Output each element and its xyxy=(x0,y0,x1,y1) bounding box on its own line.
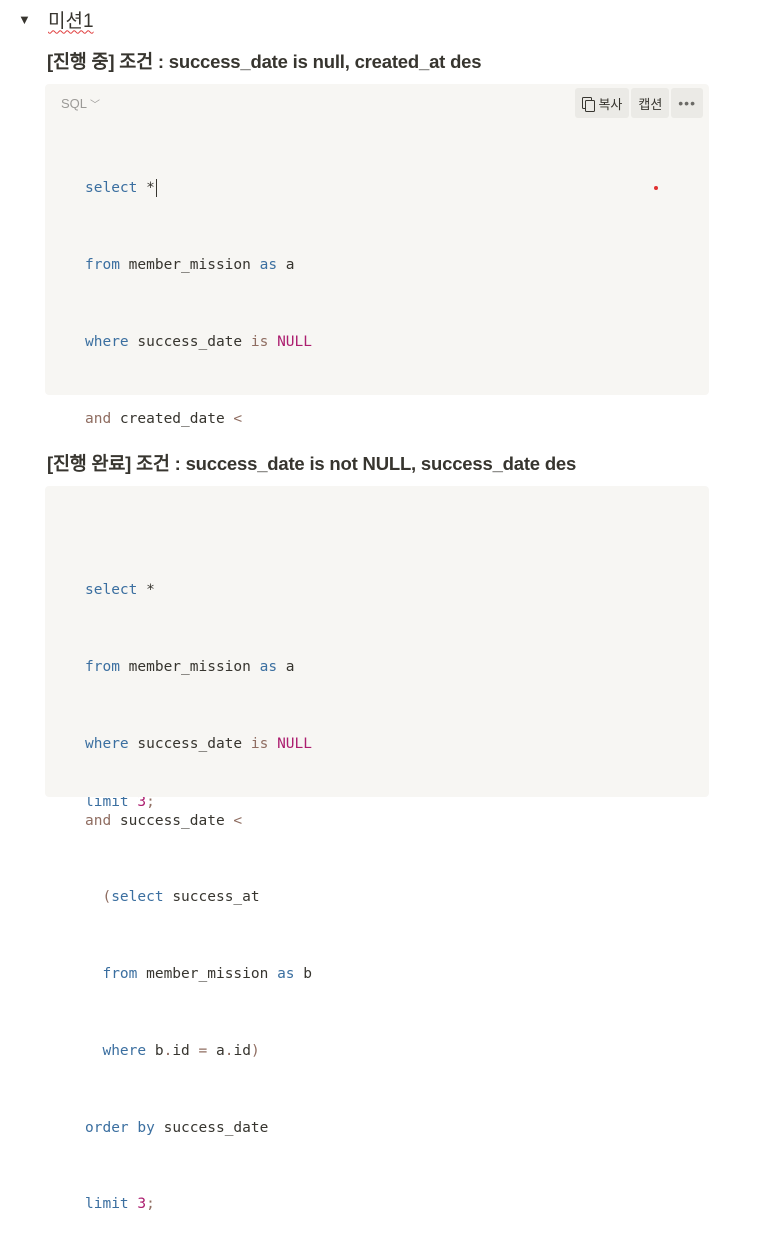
language-label: SQL xyxy=(61,96,88,111)
heading-condition: success_date is not NULL, success_date d… xyxy=(185,453,577,474)
code-token: limit xyxy=(85,1196,129,1213)
code-line: from member_mission as a xyxy=(85,253,312,279)
code-token: * xyxy=(137,582,155,599)
code-token: * xyxy=(137,180,155,197)
code-line: where success_date is NULL xyxy=(85,330,312,356)
code-token: where xyxy=(85,735,129,752)
section-heading-completed[interactable]: [진행 완료] 조건 : success_date is not NULL, s… xyxy=(47,450,576,476)
copy-icon xyxy=(582,96,596,112)
code-token: member_mission xyxy=(137,966,278,983)
code-line: select * xyxy=(85,176,312,202)
code-token: id xyxy=(233,1042,251,1059)
code-token: success_date xyxy=(154,1119,269,1136)
language-selector[interactable]: SQL ﹀ xyxy=(61,96,100,111)
code-token: b xyxy=(146,1042,164,1059)
heading-condition: success_date is null, created_at des xyxy=(168,51,482,72)
code-token: created_date xyxy=(111,410,234,427)
code-token: 3 xyxy=(137,1196,147,1213)
toggle-block[interactable]: ▼ 미션1 xyxy=(18,4,94,34)
code-token: ; xyxy=(146,1196,155,1213)
code-token: a xyxy=(277,658,295,675)
code-token: success_date xyxy=(111,812,234,829)
code-line: where success_date is NULL xyxy=(85,732,312,758)
section-heading-in-progress[interactable]: [진행 중] 조건 : success_date is null, create… xyxy=(47,48,482,74)
chevron-down-icon: ﹀ xyxy=(90,100,101,111)
code-token: . xyxy=(224,1042,234,1059)
code-token: from xyxy=(85,256,120,273)
code-token: a xyxy=(277,256,295,273)
code-line: select * xyxy=(85,578,312,604)
code-token: where xyxy=(85,333,129,350)
code-token: b xyxy=(294,966,313,983)
code-toolbar: 복사 캡션 ••• xyxy=(575,88,703,118)
text-cursor xyxy=(155,179,157,198)
code-token: order xyxy=(85,1119,129,1136)
code-token: member_mission xyxy=(119,256,260,273)
code-token: < xyxy=(233,812,243,829)
code-line: where b.id = a.id) xyxy=(85,1039,312,1065)
code-token: from xyxy=(85,658,120,675)
code-line: limit 3; xyxy=(85,1192,312,1218)
code-token: NULL xyxy=(277,735,312,752)
more-options-button[interactable]: ••• xyxy=(671,88,703,118)
code-token: member_mission xyxy=(119,658,260,675)
caption-button[interactable]: 캡션 xyxy=(631,88,670,118)
code-token: success_at xyxy=(163,889,260,906)
copy-label: 복사 xyxy=(598,96,623,112)
copy-button[interactable]: 복사 xyxy=(575,88,630,118)
code-token: success_date xyxy=(128,735,251,752)
code-token: < xyxy=(233,410,243,427)
code-token: as xyxy=(259,256,278,273)
code-token: = xyxy=(198,1042,208,1059)
annotation-dot xyxy=(654,186,658,190)
code-token: select xyxy=(85,180,138,197)
code-token: id xyxy=(172,1042,199,1059)
code-token: select xyxy=(85,582,138,599)
code-line: (select success_at xyxy=(85,885,312,911)
code-token: by xyxy=(137,1119,155,1136)
code-line: order by success_date xyxy=(85,1116,312,1142)
code-token: . xyxy=(163,1042,173,1059)
code-token: as xyxy=(259,658,278,675)
toggle-triangle-icon[interactable]: ▼ xyxy=(18,12,40,27)
code-token: and xyxy=(85,812,112,829)
code-line: and success_date < xyxy=(85,809,312,835)
code-line: from member_mission as a xyxy=(85,655,312,681)
caption-label: 캡션 xyxy=(638,96,663,112)
code-token: ( xyxy=(85,889,112,906)
code-editor-completed[interactable]: select * from member_mission as a where … xyxy=(85,527,312,1244)
code-token: as xyxy=(277,966,295,983)
code-token: ) xyxy=(250,1042,260,1059)
code-token: and xyxy=(85,410,112,427)
code-token: NULL xyxy=(277,333,312,350)
code-token: is xyxy=(250,735,269,752)
toggle-title[interactable]: 미션1 xyxy=(48,6,94,33)
heading-bracket: [진행 중] 조건 : xyxy=(47,51,169,72)
code-token: where xyxy=(102,1042,147,1059)
code-token: select xyxy=(111,889,164,906)
more-icon: ••• xyxy=(678,95,696,111)
code-token: a xyxy=(207,1042,225,1059)
code-token: from xyxy=(102,966,138,983)
code-token: is xyxy=(250,333,269,350)
code-token: success_date xyxy=(128,333,251,350)
code-line: and created_date < xyxy=(85,407,312,433)
heading-bracket: [진행 완료] 조건 : xyxy=(47,453,186,474)
code-line: from member_mission as b xyxy=(85,962,312,988)
